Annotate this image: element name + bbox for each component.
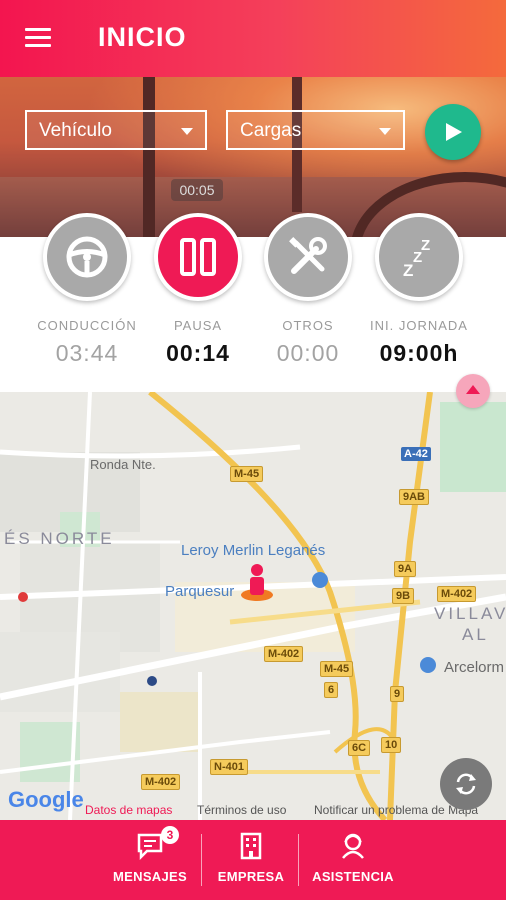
google-logo-text: Google	[8, 787, 84, 812]
pause-status-button[interactable]	[154, 213, 242, 301]
map-label: Arcelorm	[444, 659, 505, 676]
other-time: 00:00	[276, 340, 340, 366]
chat-icon	[137, 833, 163, 860]
map-label: Parquesur	[165, 583, 235, 600]
loads-select-value: Cargas	[240, 120, 302, 141]
road-sign: M-45	[320, 661, 354, 677]
nav-company[interactable]: EMPRESA	[208, 820, 294, 900]
page-title: INICIO	[98, 22, 187, 52]
road-sign: 9	[390, 686, 405, 702]
driving-label: CONDUCCIÓN	[37, 318, 137, 333]
bottom-navigation: MENSAJES EMPRESA ASISTENCIA	[0, 820, 506, 900]
play-button[interactable]	[425, 104, 481, 160]
chevron-up-icon	[466, 385, 480, 394]
road-sign: M-45	[230, 466, 264, 482]
road-sign: M-402	[141, 774, 181, 790]
sleep-icon: Z Z Z	[403, 237, 430, 278]
map-label: Leroy Merlin Leganés	[181, 542, 326, 559]
building-icon	[240, 832, 262, 860]
road-sign: M-402	[264, 646, 304, 662]
pause-icon	[180, 238, 216, 276]
hamburger-menu-icon[interactable]	[25, 28, 51, 48]
map-label: Ronda Nte.	[90, 457, 156, 472]
terms-link[interactable]: Términos de uso	[197, 803, 286, 817]
messages-count-badge: 3	[161, 826, 179, 844]
nav-assistance[interactable]: ASISTENCIA	[305, 820, 401, 900]
driving-status-button[interactable]	[43, 213, 131, 301]
road-sign: 10	[381, 737, 402, 753]
nav-company-label: EMPRESA	[217, 869, 285, 884]
nav-divider	[298, 834, 299, 886]
svg-text:Z: Z	[421, 237, 430, 254]
support-agent-icon	[342, 833, 364, 859]
road-sign: 9AB	[399, 489, 430, 505]
rest-status-button[interactable]: Z Z Z	[375, 213, 463, 301]
top-app-bar: INICIO	[0, 0, 506, 77]
shift-start-label: INI. JORNADA	[370, 318, 468, 333]
road-sign: 6	[324, 682, 339, 698]
road-sign: M-402	[437, 586, 477, 602]
svg-text:Z: Z	[413, 249, 422, 266]
collapse-map-button[interactable]	[456, 374, 490, 408]
driving-time: 03:44	[55, 340, 119, 366]
pause-time: 00:14	[166, 340, 230, 366]
refresh-icon	[456, 773, 476, 795]
google-logo: Google	[8, 787, 84, 813]
svg-text:Z: Z	[403, 261, 413, 278]
road-sign: 9B	[392, 588, 415, 604]
nav-messages[interactable]: MENSAJES	[108, 820, 192, 900]
hero-background-image	[0, 77, 506, 237]
nav-assistance-label: ASISTENCIA	[312, 869, 394, 884]
shift-start-time: 09:00h	[379, 340, 459, 366]
play-icon	[446, 123, 462, 141]
pause-label: PAUSA	[173, 318, 223, 333]
other-status-button[interactable]	[264, 213, 352, 301]
chevron-down-icon	[379, 128, 391, 135]
refresh-location-button[interactable]	[440, 758, 492, 810]
vehicle-select-value: Vehículo	[39, 120, 112, 141]
nav-messages-label: MENSAJES	[113, 869, 187, 884]
map-label: AL	[462, 625, 489, 644]
road-sign: 6C	[348, 740, 371, 756]
timer-badge: 00:05	[171, 179, 223, 201]
map-label: VILLAV	[434, 604, 506, 623]
road-sign: 9A	[394, 561, 417, 577]
nav-divider	[201, 834, 202, 886]
chevron-down-icon	[181, 128, 193, 135]
road-sign: N-401	[210, 759, 248, 775]
tools-icon	[289, 237, 327, 274]
vehicle-select[interactable]: Vehículo	[25, 110, 207, 150]
loads-select[interactable]: Cargas	[226, 110, 405, 150]
steering-wheel-icon	[66, 236, 108, 278]
hero-overlay	[0, 77, 506, 237]
map-label: ÉS NORTE	[4, 529, 115, 548]
road-sign: A-42	[401, 447, 431, 461]
other-label: OTROS	[282, 318, 334, 333]
map-data-link[interactable]: Datos de mapas	[85, 803, 172, 817]
